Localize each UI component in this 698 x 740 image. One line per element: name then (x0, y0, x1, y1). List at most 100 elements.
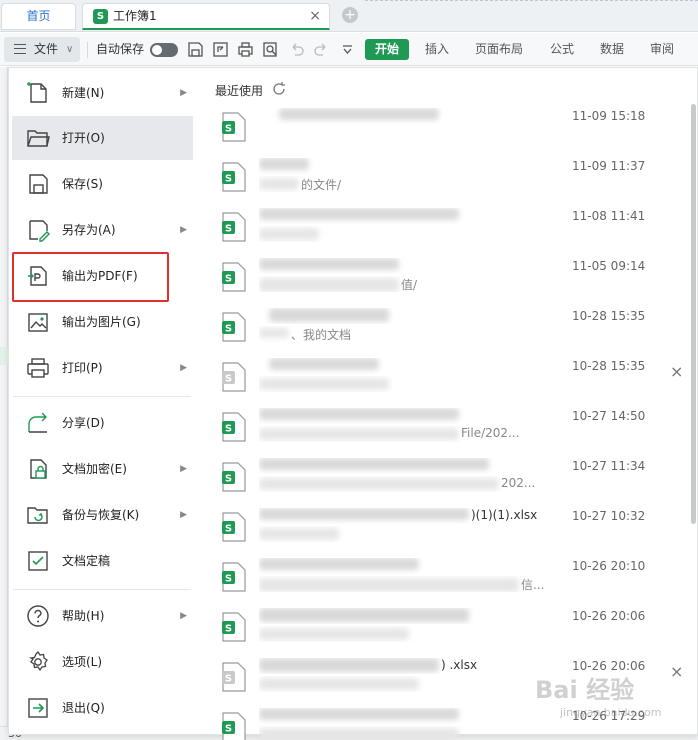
submenu-arrow-icon: ▶ (180, 510, 187, 520)
tab-home[interactable]: 首页 (1, 3, 76, 30)
recent-file-row[interactable]: S 信... 10-26 20:10 (215, 554, 679, 604)
new-file-icon (26, 81, 50, 105)
menu-item-label: 另存为(A) (62, 223, 116, 237)
menu-item-options[interactable]: 选项(L) (12, 640, 193, 684)
recent-file-row[interactable]: S File/202... 10-27 14:50 (215, 404, 679, 454)
menu-item-finalize[interactable]: 文档定稿 (12, 539, 193, 583)
export-image-icon (26, 310, 50, 334)
svg-text:S: S (225, 524, 232, 535)
ribbon-tab-insert[interactable]: 插入 (425, 33, 449, 66)
ribbon-tab-review[interactable]: 审阅 (650, 33, 674, 66)
menu-item-label: 帮助(H) (62, 609, 105, 623)
ribbon-tab-page-layout[interactable]: 页面布局 (475, 33, 523, 66)
export-icon[interactable] (212, 41, 229, 58)
recent-file-row[interactable]: S 202... 10-27 11:34 (215, 454, 679, 504)
spreadsheet-file-icon: S (221, 262, 247, 292)
menu-item-open[interactable]: 打开(O) (12, 116, 193, 160)
redacted-text (259, 508, 469, 520)
recent-file-row[interactable]: S 的文件/11-09 11:37 (215, 154, 679, 204)
recent-file-time: 11-09 15:18 (572, 109, 646, 123)
selected-row-marker (0, 347, 8, 365)
spreadsheet-file-icon: S (221, 362, 247, 392)
recent-file-row[interactable]: S 10-28 15:35 × (215, 354, 683, 404)
close-icon[interactable]: × (309, 4, 321, 29)
redacted-text (259, 178, 299, 190)
spreadsheet-file-icon: S (221, 112, 247, 142)
print-icon (26, 356, 50, 380)
menu-item-backup-restore[interactable]: 备份与恢复(K) ▶ (12, 493, 193, 537)
redacted-text (259, 158, 309, 170)
print-icon[interactable] (237, 41, 254, 58)
watermark-logo: Bai 经验 (535, 676, 635, 704)
tab-workbook[interactable]: S 工作簿1 × (82, 3, 330, 30)
menu-item-exit[interactable]: 退出(Q) (12, 686, 193, 730)
remove-recent-close-icon[interactable]: × (670, 362, 683, 381)
add-tab-icon[interactable]: + (342, 7, 358, 23)
menu-item-save[interactable]: 保存(S) (12, 162, 193, 206)
redacted-text (259, 678, 419, 690)
recent-file-path-text: 值/ (401, 278, 418, 292)
recent-file-path (259, 676, 559, 692)
ribbon-tab-formulas[interactable]: 公式 (550, 33, 574, 66)
redacted-text (279, 108, 439, 120)
recent-file-time: 11-08 11:41 (572, 209, 646, 223)
redacted-text (259, 708, 459, 720)
more-dropdown-icon[interactable] (339, 41, 356, 58)
spreadsheet-file-icon: S (221, 712, 247, 740)
recent-file-time: 10-26 20:06 (572, 609, 646, 623)
file-menu-button[interactable]: 文件 ∨ (4, 37, 80, 62)
recent-file-path: 202... (259, 476, 559, 492)
remove-recent-close-icon[interactable]: × (670, 662, 683, 681)
menu-item-new[interactable]: 新建(N) ▶ (12, 71, 193, 115)
recent-file-row[interactable]: S 11-08 11:41 (215, 204, 679, 254)
menu-item-label: 文档加密(E) (62, 462, 127, 476)
recent-file-name (259, 158, 559, 174)
svg-text:S: S (225, 474, 232, 485)
ribbon-tab-data[interactable]: 数据 (600, 33, 624, 66)
recent-file-name-text: ) .xlsx (441, 658, 478, 672)
watermark-url: jingyan.baidu.com (560, 706, 662, 719)
menu-item-label: 文档定稿 (62, 554, 111, 568)
menu-item-save-as[interactable]: 另存为(A) ▶ (12, 208, 193, 252)
tab-bar: 首页 S 工作簿1 × + (0, 0, 698, 32)
recent-file-name (259, 308, 559, 324)
recent-file-row[interactable]: S)(1)(1).xlsx 10-27 10:32 (215, 504, 679, 554)
menu-item-encrypt[interactable]: 文档加密(E) ▶ (12, 447, 193, 491)
recent-file-path (259, 626, 559, 642)
print-preview-icon[interactable] (262, 41, 279, 58)
recent-file-row[interactable]: S 、我的文档 10-28 15:35 (215, 304, 679, 354)
spreadsheet-file-icon: S (221, 512, 247, 542)
menu-divider (13, 589, 191, 590)
hamburger-icon (14, 44, 26, 54)
menu-item-label: 输出为图片(G) (62, 315, 141, 329)
refresh-icon[interactable] (271, 81, 287, 97)
recent-file-row[interactable]: S 11-09 15:18 (215, 104, 679, 154)
save-icon[interactable] (187, 41, 204, 58)
recent-file-row[interactable]: S 值/11-05 09:14 (215, 254, 679, 304)
menu-item-export-image[interactable]: 输出为图片(G) (12, 300, 193, 344)
autosave-toggle[interactable] (150, 43, 178, 57)
help-icon (26, 604, 50, 628)
recent-file-row[interactable]: S 10-26 20:06 (215, 604, 679, 654)
redacted-text (259, 228, 319, 240)
recent-file-path (259, 526, 559, 542)
redo-icon[interactable] (313, 41, 330, 58)
recent-file-path: 值/ (259, 276, 559, 292)
recent-file-name (259, 608, 559, 624)
recent-file-time: 10-26 20:10 (572, 559, 646, 573)
spreadsheet-file-icon: S (221, 462, 247, 492)
redacted-text (259, 628, 409, 640)
menu-item-share[interactable]: 分享(D) (12, 401, 193, 445)
file-menu-panel: 新建(N) ▶ 打开(O) 保存(S) 另存为(A) ▶ 输出为PDF(F) 输… (8, 67, 698, 740)
redacted-text (259, 658, 439, 672)
recent-scrollbar[interactable] (691, 104, 696, 524)
menu-item-label: 选项(L) (62, 655, 103, 669)
undo-icon[interactable] (288, 41, 305, 58)
ribbon-tab-start[interactable]: 开始 (365, 39, 409, 60)
menu-item-print[interactable]: 打印(P) ▶ (12, 346, 193, 390)
svg-text:S: S (225, 374, 232, 385)
redacted-text (259, 428, 459, 440)
menu-item-help[interactable]: 帮助(H) ▶ (12, 594, 193, 638)
redacted-text (259, 528, 339, 540)
recent-file-path (259, 376, 559, 392)
